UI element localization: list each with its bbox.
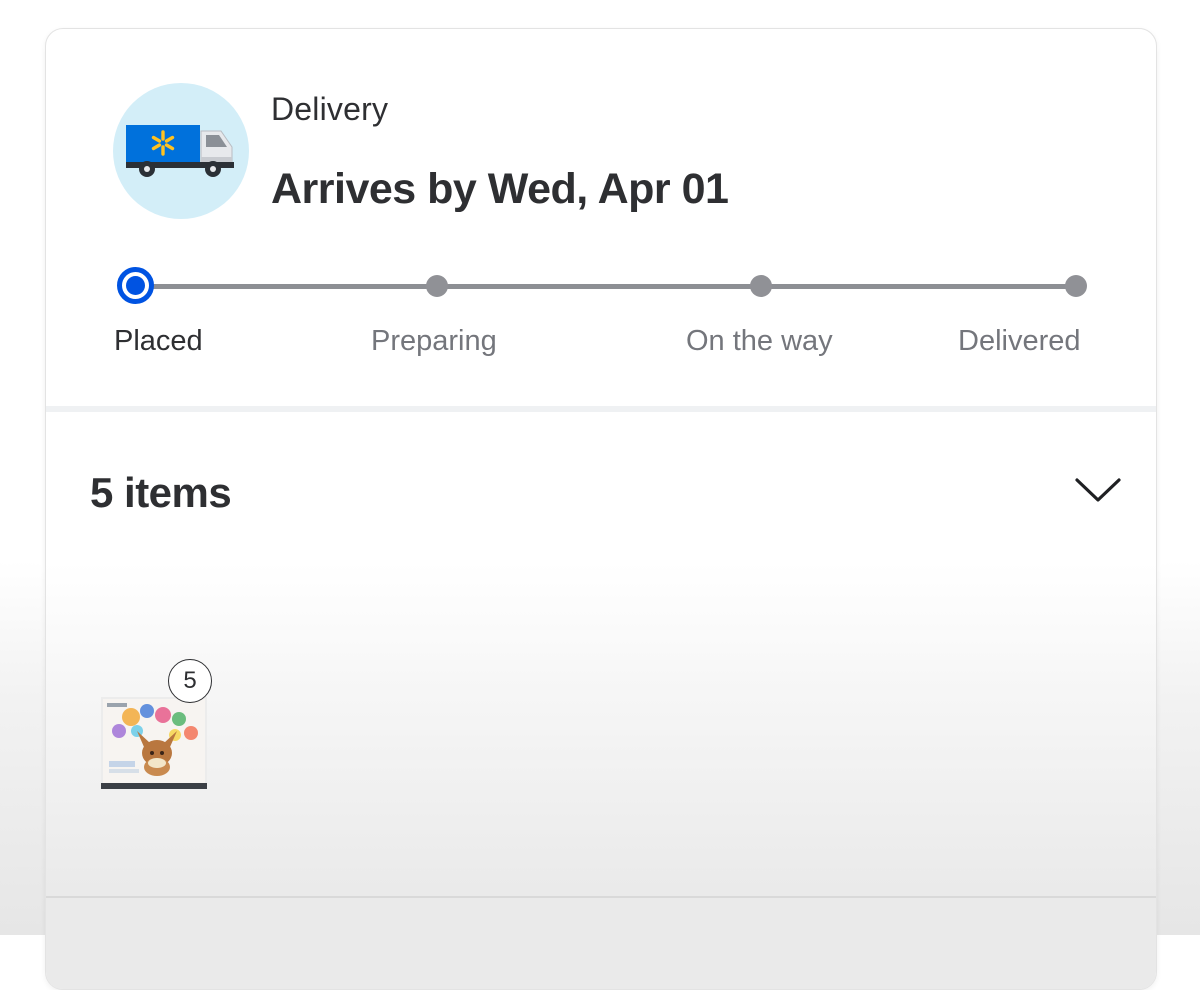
product-thumbnail[interactable] — [101, 697, 207, 789]
step-placed-indicator — [117, 267, 154, 304]
items-count-heading: 5 items — [90, 469, 232, 516]
progress-track-line — [136, 284, 1076, 289]
step-on-the-way-indicator — [750, 275, 772, 297]
arrival-date-heading: Arrives by Wed, Apr 01 — [271, 165, 729, 213]
step-on-the-way-label: On the way — [686, 325, 833, 357]
step-delivered-label: Delivered — [958, 325, 1081, 357]
delivery-card: Delivery Arrives by Wed, Apr 01 Placed P… — [45, 28, 1157, 990]
delivery-icon-badge — [113, 83, 249, 219]
step-delivered-indicator — [1065, 275, 1087, 297]
step-preparing-label: Preparing — [371, 325, 497, 357]
section-divider — [46, 406, 1156, 412]
chevron-down-icon[interactable] — [1074, 476, 1122, 504]
step-placed-label: Placed — [114, 325, 203, 357]
order-progress-tracker: Placed Preparing On the way Delivered — [46, 259, 1156, 369]
step-preparing-indicator — [426, 275, 448, 297]
delivery-truck-icon — [126, 125, 234, 177]
item-quantity-badge: 5 — [168, 659, 212, 703]
fulfillment-type-label: Delivery — [271, 91, 389, 127]
section-bottom-divider — [46, 896, 1156, 898]
